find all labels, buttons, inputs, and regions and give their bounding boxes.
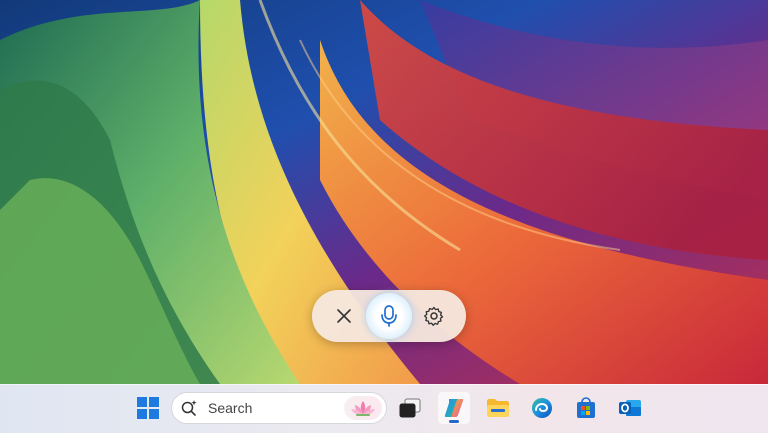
windows-start-icon bbox=[137, 397, 159, 419]
file-explorer-icon bbox=[487, 399, 509, 417]
file-explorer-button[interactable] bbox=[482, 392, 514, 424]
search-placeholder: Search bbox=[208, 400, 253, 416]
copilot-icon bbox=[444, 399, 464, 417]
lotus-flower-icon bbox=[351, 401, 375, 416]
outlook-icon bbox=[619, 400, 641, 416]
search-highlight[interactable] bbox=[344, 396, 382, 420]
microphone-button[interactable] bbox=[366, 293, 412, 339]
start-button[interactable] bbox=[132, 392, 164, 424]
settings-button[interactable] bbox=[420, 302, 448, 330]
close-icon bbox=[337, 309, 351, 323]
taskbar-search-box[interactable]: Search bbox=[171, 392, 387, 424]
task-view-button[interactable] bbox=[394, 392, 426, 424]
microsoft-store-icon bbox=[577, 397, 595, 418]
search-sparkle-icon bbox=[181, 400, 197, 416]
voice-access-bar bbox=[312, 290, 466, 342]
outlook-button[interactable] bbox=[614, 392, 646, 424]
edge-icon bbox=[532, 398, 552, 418]
gear-icon bbox=[424, 306, 444, 326]
copilot-button[interactable] bbox=[438, 392, 470, 424]
close-button[interactable] bbox=[330, 302, 358, 330]
edge-button[interactable] bbox=[526, 392, 558, 424]
task-view-icon bbox=[399, 398, 421, 418]
active-indicator bbox=[449, 420, 459, 423]
microphone-icon bbox=[381, 305, 397, 327]
microsoft-store-button[interactable] bbox=[570, 392, 602, 424]
